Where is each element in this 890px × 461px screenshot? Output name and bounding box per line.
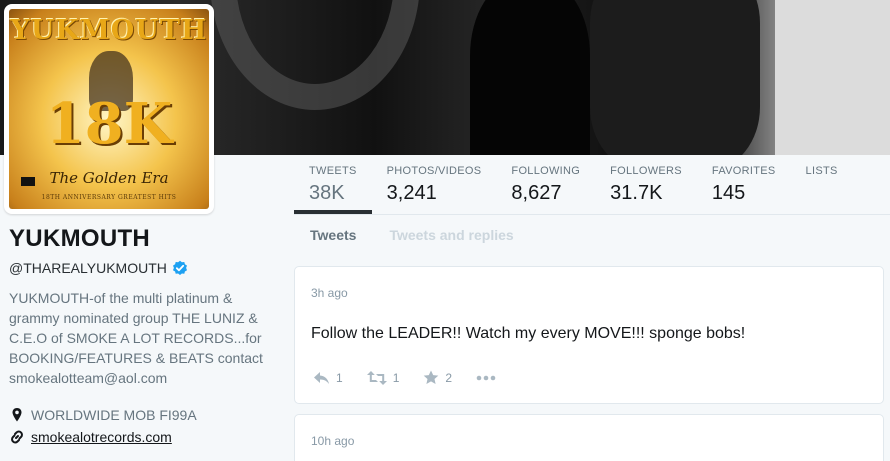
tab-tweets-and-replies[interactable]: Tweets and replies xyxy=(389,227,513,243)
tab-tweets[interactable]: Tweets xyxy=(310,227,356,243)
profile-avatar[interactable]: YUKMOUTH 18K The Golden Era 18TH ANNIVER… xyxy=(4,4,214,214)
nav-label: FAVORITES xyxy=(711,165,776,177)
reply-button[interactable]: 1 xyxy=(313,371,343,385)
nav-divider xyxy=(294,214,890,215)
website-row: smokealotrecords.com xyxy=(9,426,284,448)
handle-row: @THAREALYUKMOUTH xyxy=(9,260,284,276)
more-dots-icon xyxy=(476,375,496,380)
profile-nav: TWEETS 38K PHOTOS/VIDEOS 3,241 FOLLOWING… xyxy=(294,155,890,214)
reply-icon xyxy=(314,371,329,384)
reply-count: 1 xyxy=(336,370,343,385)
retweet-count: 1 xyxy=(392,370,400,385)
nav-label: LISTS xyxy=(805,165,838,177)
nav-label: FOLLOWERS xyxy=(610,165,682,177)
profile-name[interactable]: YUKMOUTH xyxy=(9,225,284,253)
banner-figure xyxy=(470,0,590,155)
album-cover-art: YUKMOUTH 18K The Golden Era 18TH ANNIVER… xyxy=(9,9,209,209)
star-icon xyxy=(424,370,439,384)
nav-photos-videos[interactable]: PHOTOS/VIDEOS 3,241 xyxy=(372,155,497,214)
profile-website-link[interactable]: smokealotrecords.com xyxy=(31,429,172,445)
banner-figure xyxy=(590,0,760,155)
nav-tweets[interactable]: TWEETS 38K xyxy=(294,155,372,214)
nav-count: 145 xyxy=(711,182,746,204)
tweet-card[interactable]: 3h ago Follow the LEADER!! Watch my ever… xyxy=(294,266,884,404)
nav-favorites[interactable]: FAVORITES 145 xyxy=(697,155,791,214)
nav-label: FOLLOWING xyxy=(511,165,581,177)
nav-label: TWEETS xyxy=(309,165,357,177)
banner-logo-ring xyxy=(210,0,420,110)
tweet-timestamp[interactable]: 10h ago xyxy=(311,434,354,448)
link-icon xyxy=(9,429,25,445)
nav-count: 8,627 xyxy=(511,182,562,204)
tweet-actions: 1 1 2 xyxy=(313,370,526,385)
tweet-timestamp[interactable]: 3h ago xyxy=(311,286,348,300)
profile-handle[interactable]: @THAREALYUKMOUTH xyxy=(9,260,167,276)
favorite-button[interactable]: 2 xyxy=(423,370,452,385)
cover-title: YUKMOUTH xyxy=(10,15,208,46)
profile-location: WORLDWIDE MOB FI99A xyxy=(31,407,197,423)
nav-label: PHOTOS/VIDEOS xyxy=(386,165,482,177)
nav-count: 31.7K xyxy=(610,182,663,204)
more-button[interactable] xyxy=(476,375,502,381)
location-row: WORLDWIDE MOB FI99A xyxy=(9,404,284,426)
nav-followers[interactable]: FOLLOWERS 31.7K xyxy=(595,155,697,214)
profile-card: YUKMOUTH @THAREALYUKMOUTH YUKMOUTH-of th… xyxy=(9,225,284,448)
favorite-count: 2 xyxy=(445,370,453,385)
nav-count: 3,241 xyxy=(386,182,437,204)
nav-lists[interactable]: LISTS xyxy=(791,155,853,214)
retweet-icon xyxy=(366,370,387,385)
retweet-button[interactable]: 1 xyxy=(366,370,400,385)
nav-following[interactable]: FOLLOWING 8,627 xyxy=(496,155,595,214)
cover-tagline: 18TH ANNIVERSARY GREATEST HITS xyxy=(41,194,177,201)
tweet-text: Follow the LEADER!! Watch my every MOVE!… xyxy=(311,325,746,342)
nav-count: 38K xyxy=(309,182,345,204)
verified-badge-icon xyxy=(172,260,188,276)
timeline-tabs: Tweets Tweets and replies xyxy=(310,227,514,243)
banner-figure xyxy=(775,0,890,155)
tweet-card[interactable]: 10h ago xyxy=(294,414,884,461)
profile-meta: WORLDWIDE MOB FI99A smokealotrecords.com xyxy=(9,404,284,448)
profile-bio: YUKMOUTH-of the multi platinum & grammy … xyxy=(9,290,263,386)
location-pin-icon xyxy=(9,407,25,423)
cover-big-text: 18K xyxy=(45,91,173,157)
cover-subtitle: The Golden Era xyxy=(49,169,169,187)
